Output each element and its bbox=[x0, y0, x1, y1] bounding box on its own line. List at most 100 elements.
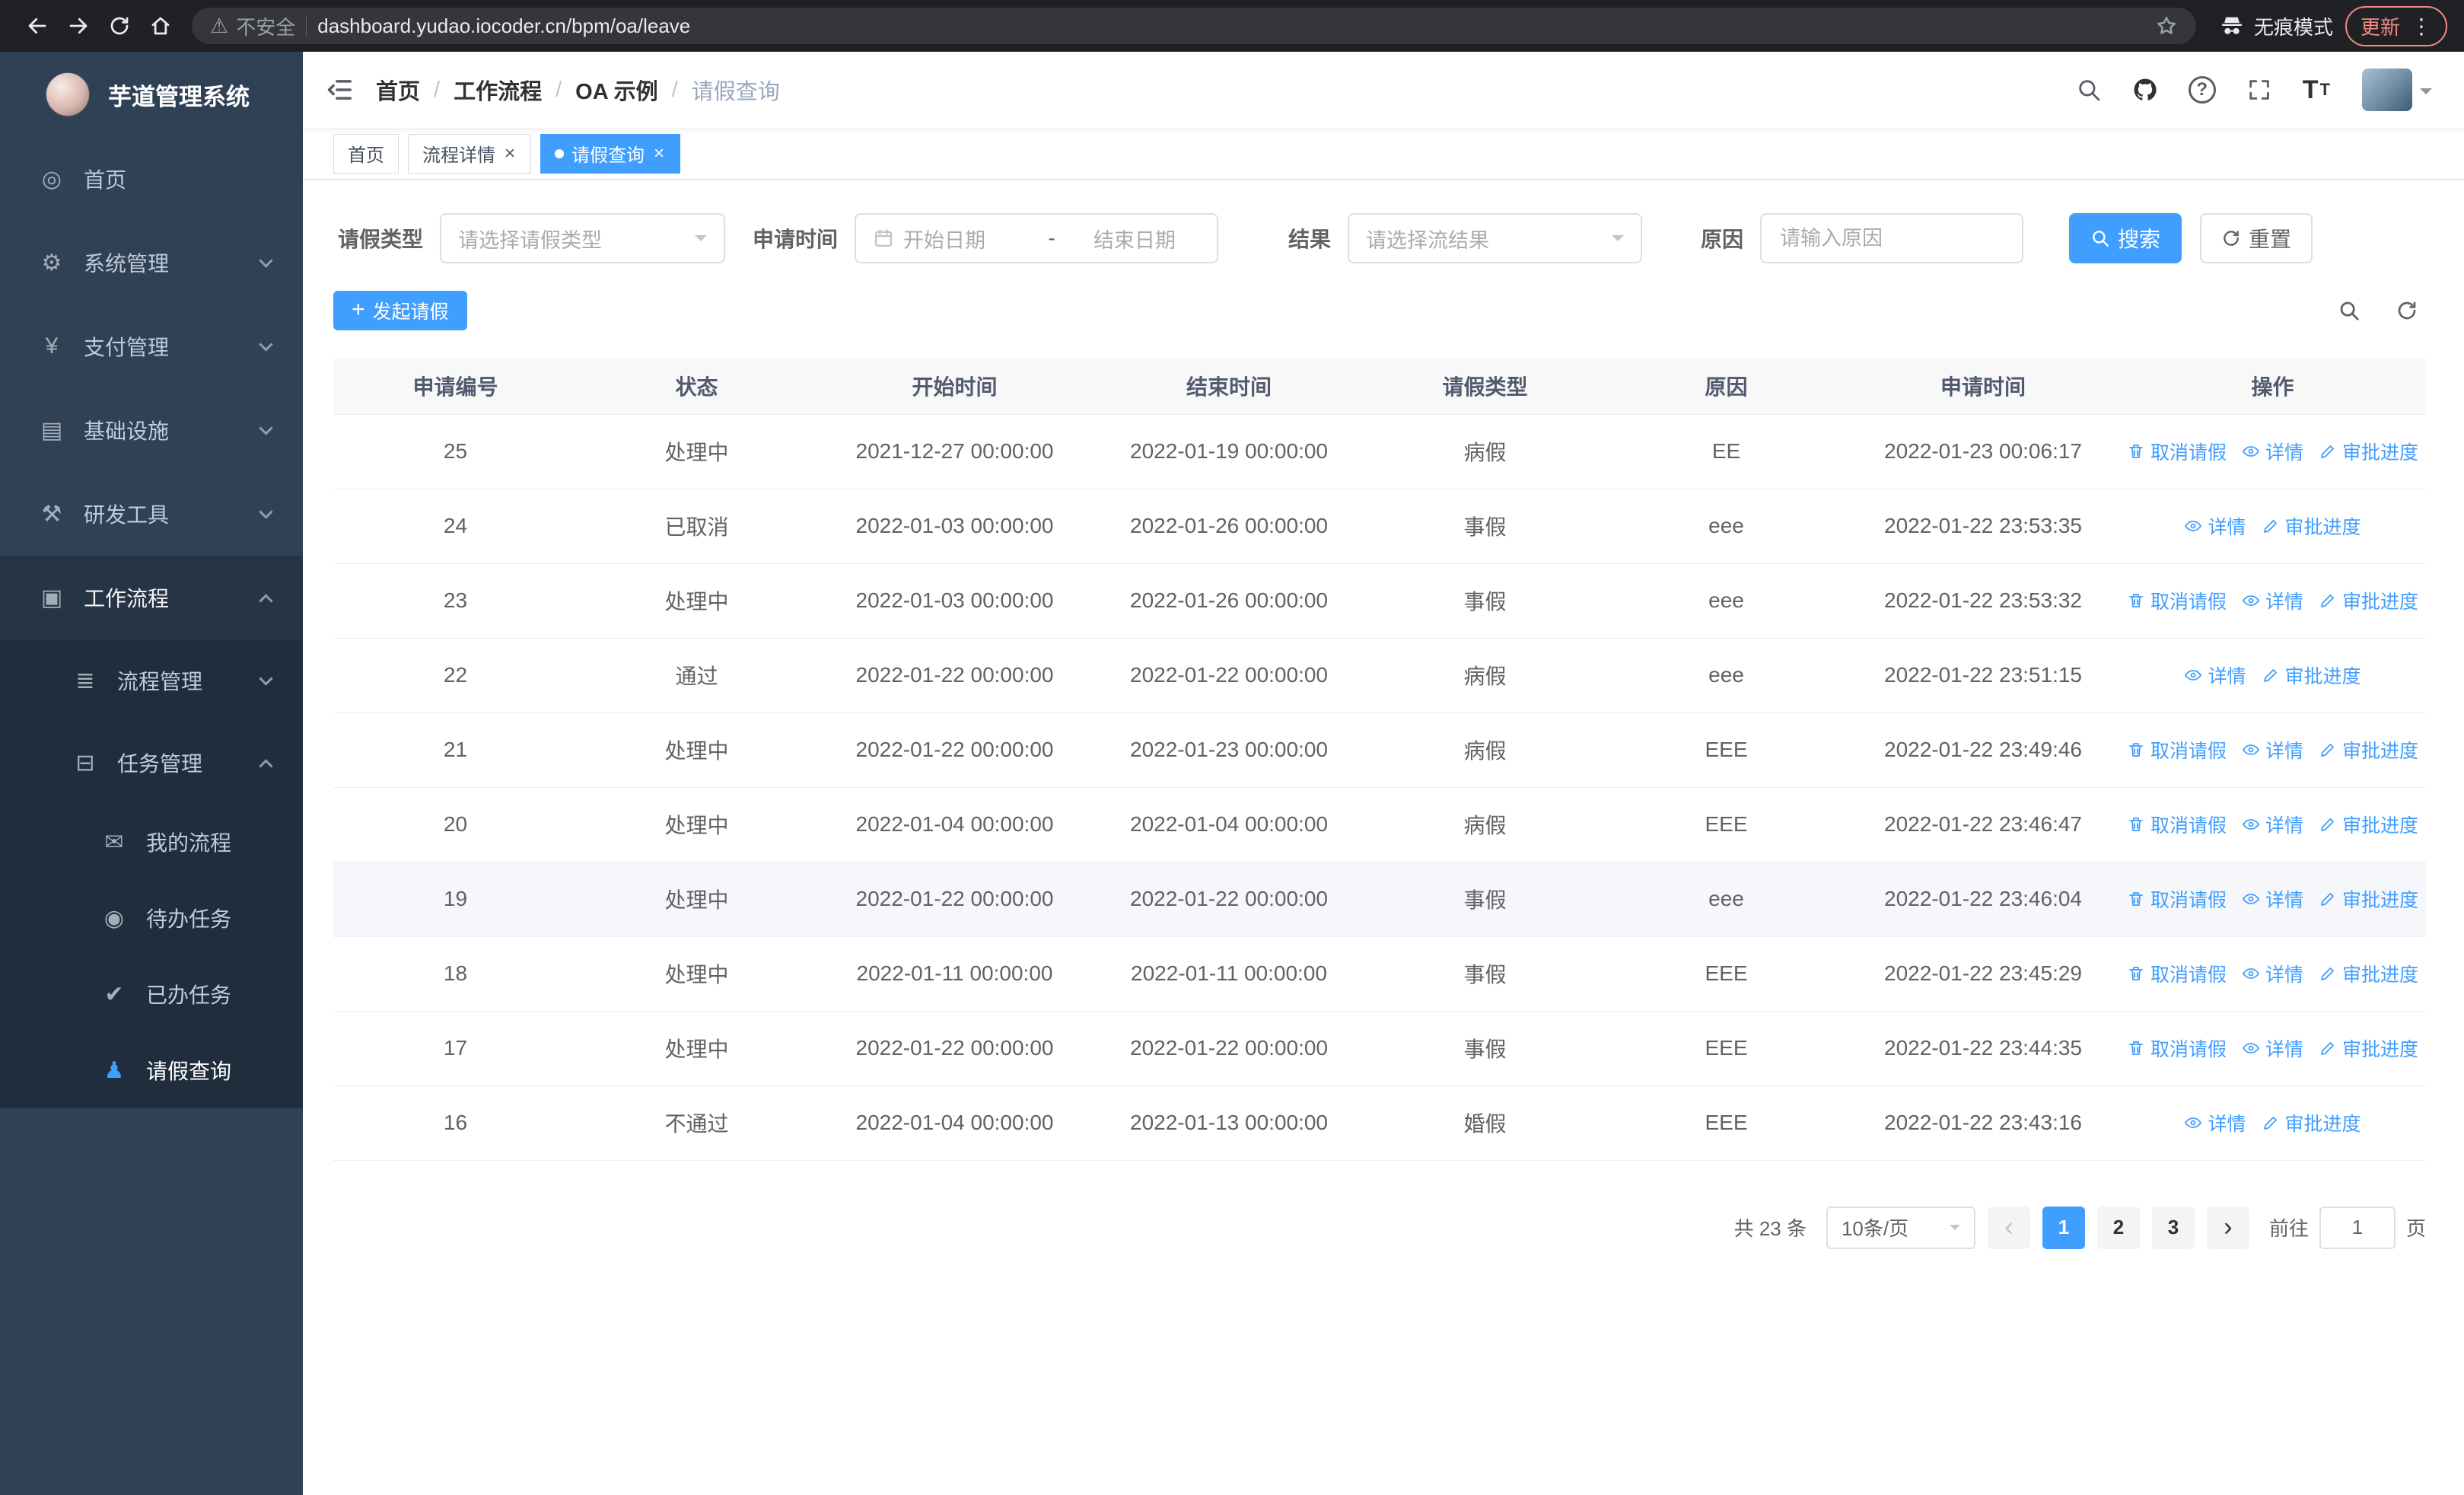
user-menu[interactable] bbox=[2362, 69, 2432, 111]
action-detail-link[interactable]: 详情 bbox=[2242, 736, 2303, 763]
reason-input[interactable] bbox=[1778, 225, 2005, 251]
action-detail-link[interactable]: 详情 bbox=[2242, 1034, 2303, 1062]
back-icon[interactable] bbox=[17, 5, 58, 46]
sidebar-item-payment[interactable]: ¥ 支付管理 bbox=[0, 304, 303, 388]
action-detail-link[interactable]: 详情 bbox=[2242, 960, 2303, 987]
sidebar-item-label: 首页 bbox=[84, 168, 127, 192]
sidebar-item-workflow[interactable]: ▣ 工作流程 bbox=[0, 556, 303, 639]
action-progress-link[interactable]: 审批进度 bbox=[2319, 438, 2418, 465]
action-progress-link[interactable]: 审批进度 bbox=[2262, 1109, 2361, 1136]
reset-button[interactable]: 重置 bbox=[2200, 213, 2313, 263]
cell-reason: EEE bbox=[1606, 936, 1847, 1012]
chevron-down-icon bbox=[259, 671, 273, 686]
apply-time-range-picker[interactable]: 开始日期 - 结束日期 bbox=[855, 213, 1218, 263]
sidebar-item-task-mgmt[interactable]: ⊟ 任务管理 bbox=[0, 722, 303, 804]
help-icon[interactable]: ? bbox=[2188, 76, 2216, 104]
action-detail-link[interactable]: 详情 bbox=[2242, 811, 2303, 838]
address-bar[interactable]: ⚠ 不安全 dashboard.yudao.iocoder.cn/bpm/oa/… bbox=[192, 8, 2196, 44]
next-page-button[interactable]: › bbox=[2206, 1206, 2249, 1249]
sidebar-item-done-task[interactable]: ✔ 已办任务 bbox=[0, 956, 303, 1032]
leave-type-select[interactable]: 请选择请假类型 bbox=[440, 213, 725, 263]
action-progress-link[interactable]: 审批进度 bbox=[2319, 885, 2418, 913]
table-tools bbox=[2338, 299, 2418, 322]
action-cancel-link[interactable]: 取消请假 bbox=[2127, 885, 2227, 913]
browser-update-button[interactable]: 更新 ⋮ bbox=[2345, 5, 2447, 46]
site-security-warning[interactable]: ⚠ 不安全 bbox=[210, 12, 295, 40]
cell-applied: 2022-01-22 23:46:04 bbox=[1847, 862, 2119, 937]
action-progress-link[interactable]: 审批进度 bbox=[2319, 736, 2418, 763]
app-logo[interactable]: 芋道管理系统 bbox=[0, 52, 303, 137]
cell-reason: EEE bbox=[1606, 787, 1847, 862]
fullscreen-icon[interactable] bbox=[2246, 77, 2272, 103]
breadcrumb-item[interactable]: 工作流程 bbox=[454, 74, 542, 106]
sidebar-item-leave-query[interactable]: ♟ 请假查询 bbox=[0, 1032, 303, 1108]
search-button[interactable]: 搜索 bbox=[2069, 213, 2182, 263]
forward-icon[interactable] bbox=[58, 5, 99, 46]
font-size-icon[interactable]: TT bbox=[2303, 75, 2332, 105]
action-detail-link[interactable]: 详情 bbox=[2184, 1109, 2246, 1136]
url-text[interactable]: dashboard.yudao.iocoder.cn/bpm/oa/leave bbox=[317, 14, 2144, 38]
action-progress-link[interactable]: 审批进度 bbox=[2319, 587, 2418, 614]
reload-icon[interactable] bbox=[99, 5, 140, 46]
cell-type: 事假 bbox=[1364, 563, 1606, 639]
prev-page-button[interactable]: ‹ bbox=[1987, 1206, 2030, 1249]
sidebar-item-my-process[interactable]: ✉ 我的流程 bbox=[0, 804, 303, 880]
sidebar-collapse-icon[interactable] bbox=[303, 52, 376, 128]
search-icon[interactable] bbox=[2076, 77, 2102, 103]
action-detail-link[interactable]: 详情 bbox=[2242, 885, 2303, 913]
action-cancel-link[interactable]: 取消请假 bbox=[2127, 587, 2227, 614]
eye-icon bbox=[2242, 1039, 2260, 1057]
chevron-down-icon bbox=[1612, 235, 1624, 247]
tab-process-detail[interactable]: 流程详情 × bbox=[408, 133, 532, 174]
tab-home[interactable]: 首页 bbox=[333, 133, 399, 174]
bookmark-star-icon[interactable] bbox=[2155, 14, 2178, 37]
column-header: 结束时间 bbox=[1094, 358, 1364, 415]
close-icon[interactable]: × bbox=[652, 144, 666, 163]
create-leave-button[interactable]: + 发起请假 bbox=[333, 291, 467, 330]
home-icon[interactable] bbox=[140, 5, 181, 46]
cell-id: 19 bbox=[333, 862, 578, 937]
breadcrumb-item[interactable]: OA 示例 bbox=[575, 74, 657, 106]
action-progress-link[interactable]: 审批进度 bbox=[2319, 811, 2418, 838]
action-progress-link[interactable]: 审批进度 bbox=[2262, 512, 2361, 540]
edit-icon bbox=[2262, 1114, 2280, 1132]
cell-applied: 2022-01-22 23:44:35 bbox=[1847, 1011, 2119, 1086]
action-detail-link[interactable]: 详情 bbox=[2184, 512, 2246, 540]
more-menu-icon[interactable]: ⋮ bbox=[2411, 14, 2432, 39]
tools-icon: ⚒ bbox=[41, 501, 62, 527]
action-progress-link[interactable]: 审批进度 bbox=[2262, 661, 2361, 689]
cell-start: 2022-01-03 00:00:00 bbox=[816, 489, 1094, 564]
page-size-select[interactable]: 10条/页 bbox=[1826, 1206, 1975, 1249]
close-icon[interactable]: × bbox=[503, 144, 517, 163]
refresh-icon[interactable] bbox=[2396, 299, 2418, 322]
column-header: 申请时间 bbox=[1847, 358, 2119, 415]
sidebar-menu: ◎ 首页 ⚙ 系统管理 ¥ 支付管理 ▤ 基础设施 ⚒ 研发工具 ▣ 工作流程 bbox=[0, 137, 303, 639]
search-toggle-icon[interactable] bbox=[2338, 299, 2361, 322]
github-icon[interactable] bbox=[2132, 77, 2158, 103]
action-cancel-link[interactable]: 取消请假 bbox=[2127, 736, 2227, 763]
sidebar-item-infrastructure[interactable]: ▤ 基础设施 bbox=[0, 388, 303, 472]
sidebar-item-system[interactable]: ⚙ 系统管理 bbox=[0, 221, 303, 304]
sidebar-item-process-mgmt[interactable]: ≣ 流程管理 bbox=[0, 639, 303, 722]
page-button-2[interactable]: 2 bbox=[2096, 1206, 2140, 1249]
sidebar-item-home[interactable]: ◎ 首页 bbox=[0, 137, 303, 221]
action-cancel-link[interactable]: 取消请假 bbox=[2127, 438, 2227, 465]
sidebar-item-todo-task[interactable]: ◉ 待办任务 bbox=[0, 880, 303, 956]
action-progress-link[interactable]: 审批进度 bbox=[2319, 960, 2418, 987]
action-detail-link[interactable]: 详情 bbox=[2242, 587, 2303, 614]
action-progress-link[interactable]: 审批进度 bbox=[2319, 1034, 2418, 1062]
goto-page-input[interactable] bbox=[2319, 1206, 2396, 1249]
sidebar-item-devtools[interactable]: ⚒ 研发工具 bbox=[0, 472, 303, 556]
action-cancel-link[interactable]: 取消请假 bbox=[2127, 1034, 2227, 1062]
page-button-1[interactable]: 1 bbox=[2042, 1206, 2085, 1249]
action-detail-link[interactable]: 详情 bbox=[2184, 661, 2246, 689]
action-detail-link[interactable]: 详情 bbox=[2242, 438, 2303, 465]
check-icon: ✔ bbox=[104, 981, 124, 1007]
trash-icon bbox=[2127, 964, 2145, 983]
page-button-3[interactable]: 3 bbox=[2151, 1206, 2195, 1249]
result-select[interactable]: 请选择流结果 bbox=[1348, 213, 1642, 263]
tab-leave-query[interactable]: 请假查询 × bbox=[540, 133, 681, 174]
action-cancel-link[interactable]: 取消请假 bbox=[2127, 960, 2227, 987]
breadcrumb-item[interactable]: 首页 bbox=[376, 74, 420, 106]
action-cancel-link[interactable]: 取消请假 bbox=[2127, 811, 2227, 838]
